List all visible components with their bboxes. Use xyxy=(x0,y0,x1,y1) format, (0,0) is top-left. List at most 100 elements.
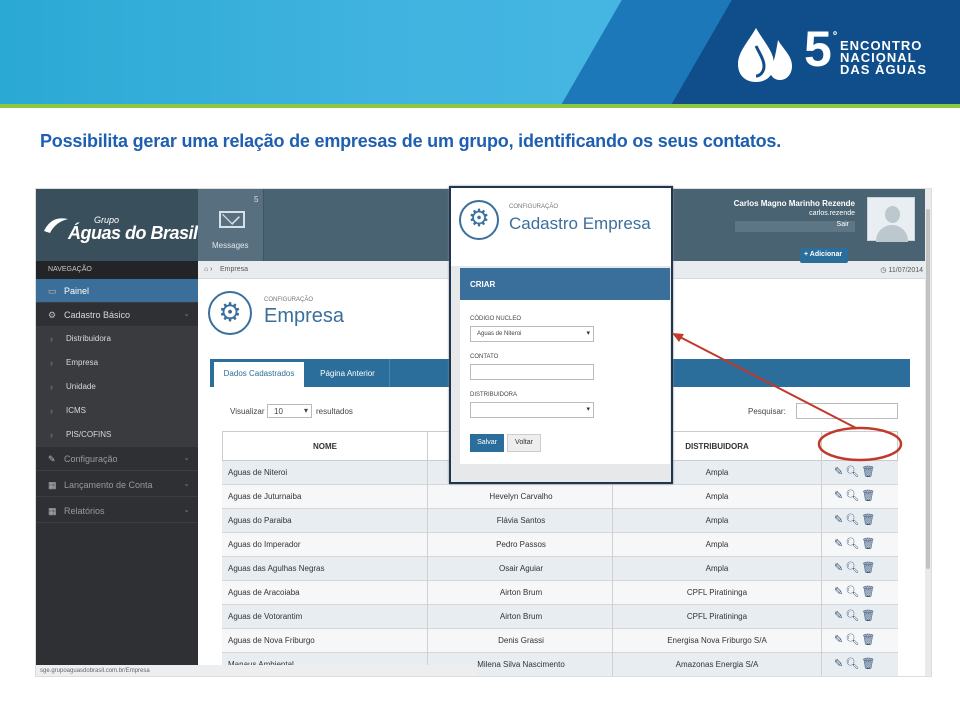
sidebar-item-lancamento[interactable]: ▦ Lançamento de Conta ⌄ xyxy=(36,473,198,497)
edit-icon[interactable]: ✎ xyxy=(834,490,845,502)
edit-icon[interactable]: ✎ xyxy=(834,562,845,574)
gears-icon: ⚙ xyxy=(48,310,57,320)
chevron-down-icon: ⌄ xyxy=(183,453,190,462)
create-company-modal: ⚙ CONFIGURAÇÃO Cadastro Empresa CRIAR CÓ… xyxy=(449,186,673,484)
search-icon[interactable]: 🔍︎ xyxy=(845,562,861,574)
chevron-down-icon: ⌄ xyxy=(183,309,190,318)
col-nome[interactable]: NOME xyxy=(222,431,428,461)
cell-distribuidora: CPFL Piratininga xyxy=(686,588,748,597)
search-icon[interactable]: 🔍︎ xyxy=(845,490,861,502)
status-url: sge.grupoaguasdobrasil.com.br/Empresa xyxy=(36,665,476,676)
cell-nome: Aguas do Imperador xyxy=(228,540,301,549)
cell-contato: Airton Brum xyxy=(499,612,543,621)
trash-icon[interactable]: 🗑︎ xyxy=(861,514,877,526)
row-actions: ✎🔍︎🗑︎ xyxy=(834,465,894,478)
chevron-right-icon: › xyxy=(50,334,53,344)
cell-contato: Denis Grassi xyxy=(498,636,544,645)
cell-nome: Aguas de Nova Friburgo xyxy=(228,636,315,645)
brand-logo[interactable]: Grupo Águas do Brasil xyxy=(36,189,198,261)
row-actions: ✎🔍︎🗑︎ xyxy=(834,513,894,526)
cell-nome: Aguas das Agulhas Negras xyxy=(228,564,325,573)
banner: 5 º ENCONTRO NACIONAL DAS ÁGUAS xyxy=(0,0,960,108)
edit-icon[interactable]: ✎ xyxy=(834,514,845,526)
sidebar-item-relatorios[interactable]: ▦ Relatórios ⌄ xyxy=(36,499,198,523)
cell-contato: Pedro Passos xyxy=(496,540,546,549)
chevron-down-icon: ⌄ xyxy=(183,479,190,488)
cell-distribuidora: Amazonas Energia S/A xyxy=(675,660,759,669)
contato-field[interactable] xyxy=(470,364,594,380)
sidebar: Grupo Águas do Brasil NAVEGAÇÃO ▭ Painel … xyxy=(36,189,198,676)
edit-icon[interactable]: ✎ xyxy=(834,586,845,598)
cell-nome: Aguas de Niteroi xyxy=(228,468,288,477)
edit-icon[interactable]: ✎ xyxy=(834,466,845,478)
messages-button[interactable]: 5 Messages xyxy=(198,189,264,261)
sidebar-item-pis-cofins[interactable]: › PIS/COFINS xyxy=(36,423,198,447)
col-actions xyxy=(821,431,898,461)
trash-icon[interactable]: 🗑︎ xyxy=(861,466,877,478)
table-row[interactable]: Aguas do Imperador Pedro Passos Ampla ✎🔍︎🗑︎ xyxy=(222,533,898,557)
search-icon[interactable]: 🔍︎ xyxy=(845,538,861,550)
search-icon[interactable]: 🔍︎ xyxy=(845,466,861,478)
search-icon[interactable]: 🔍︎ xyxy=(845,658,861,670)
cell-nome: Aguas de Aracoiaba xyxy=(228,588,300,597)
table-row[interactable]: Aguas das Agulhas Negras Osair Aguiar Ampl… xyxy=(222,557,898,581)
chevron-right-icon: › xyxy=(50,358,53,368)
edit-icon[interactable]: ✎ xyxy=(834,610,845,622)
edit-icon[interactable]: ✎ xyxy=(834,634,845,646)
cell-contato: Hevelyn Carvalho xyxy=(489,492,553,501)
search-icon[interactable]: 🔍︎ xyxy=(845,586,861,598)
sidebar-item-distribuidora[interactable]: › Distribuidora xyxy=(36,327,198,351)
trash-icon[interactable]: 🗑︎ xyxy=(861,658,877,670)
table-row[interactable]: Aguas de Nova Friburgo Denis Grassi Energi… xyxy=(222,629,898,653)
table-row[interactable]: Aguas de Votorantim Airton Brum CPFL Pirat… xyxy=(222,605,898,629)
search-icon[interactable]: 🔍︎ xyxy=(845,610,861,622)
search-icon[interactable]: 🔍︎ xyxy=(845,634,861,646)
home-icon[interactable]: ⌂ › xyxy=(204,266,213,273)
tab-pagina-anterior[interactable]: Página Anterior xyxy=(306,359,390,387)
save-button[interactable]: Salvar xyxy=(470,434,504,452)
envelope-icon xyxy=(219,211,245,228)
sidebar-item-painel[interactable]: ▭ Painel xyxy=(36,279,198,303)
calendar-icon: ▦ xyxy=(48,506,57,516)
row-actions: ✎🔍︎🗑︎ xyxy=(834,657,894,670)
trash-icon[interactable]: 🗑︎ xyxy=(861,586,877,598)
nav-header: NAVEGAÇÃO xyxy=(36,261,198,279)
sidebar-item-empresa[interactable]: › Empresa xyxy=(36,351,198,375)
trash-icon[interactable]: 🗑︎ xyxy=(861,610,877,622)
trash-icon[interactable]: 🗑︎ xyxy=(861,562,877,574)
table-row[interactable]: Aguas de Juturnaiba Hevelyn Carvalho Ampla… xyxy=(222,485,898,509)
logout-link[interactable]: Sair xyxy=(735,221,855,232)
search-input[interactable] xyxy=(796,403,898,419)
trash-icon[interactable]: 🗑︎ xyxy=(861,538,877,550)
row-actions: ✎🔍︎🗑︎ xyxy=(834,633,894,646)
distribuidora-select[interactable] xyxy=(470,402,594,418)
sidebar-item-configuracao[interactable]: ✎ Configuração ⌄ xyxy=(36,447,198,471)
laptop-icon: ▭ xyxy=(48,286,57,296)
trash-icon[interactable]: 🗑︎ xyxy=(861,634,877,646)
sidebar-item-unidade[interactable]: › Unidade xyxy=(36,375,198,399)
back-button[interactable]: Voltar xyxy=(507,434,541,452)
trash-icon[interactable]: 🗑︎ xyxy=(861,490,877,502)
tab-dados-cadastrados[interactable]: Dados Cadastrados xyxy=(214,362,304,387)
sidebar-item-icms[interactable]: › ICMS xyxy=(36,399,198,423)
add-button[interactable]: + Adicionar xyxy=(800,248,848,263)
cell-contato: Airton Brum xyxy=(499,588,543,597)
nucleo-select[interactable]: Aguas de Niteroi xyxy=(470,326,594,342)
cell-nome: Aguas de Votorantim xyxy=(228,612,303,621)
cell-contato: Osair Aguiar xyxy=(498,564,544,573)
gears-icon: ⚙ xyxy=(459,200,499,240)
row-actions: ✎🔍︎🗑︎ xyxy=(834,489,894,502)
chevron-right-icon: › xyxy=(50,430,53,440)
sidebar-item-cadastro-basico[interactable]: ⚙ Cadastro Básico ⌄ xyxy=(36,303,198,327)
edit-icon[interactable]: ✎ xyxy=(834,658,845,670)
edit-icon[interactable]: ✎ xyxy=(834,538,845,550)
row-actions: ✎🔍︎🗑︎ xyxy=(834,561,894,574)
scrollbar[interactable] xyxy=(925,189,931,676)
row-actions: ✎🔍︎🗑︎ xyxy=(834,585,894,598)
table-row[interactable]: Aguas do Paraiba Flávia Santos Ampla ✎🔍︎🗑︎ xyxy=(222,509,898,533)
page-size-select[interactable]: 10 xyxy=(267,404,312,418)
table-row[interactable]: Aguas de Aracoiaba Airton Brum CPFL Pirati… xyxy=(222,581,898,605)
cell-distribuidora: Ampla xyxy=(705,516,729,525)
cell-nome: Aguas do Paraiba xyxy=(228,516,292,525)
search-icon[interactable]: 🔍︎ xyxy=(845,514,861,526)
